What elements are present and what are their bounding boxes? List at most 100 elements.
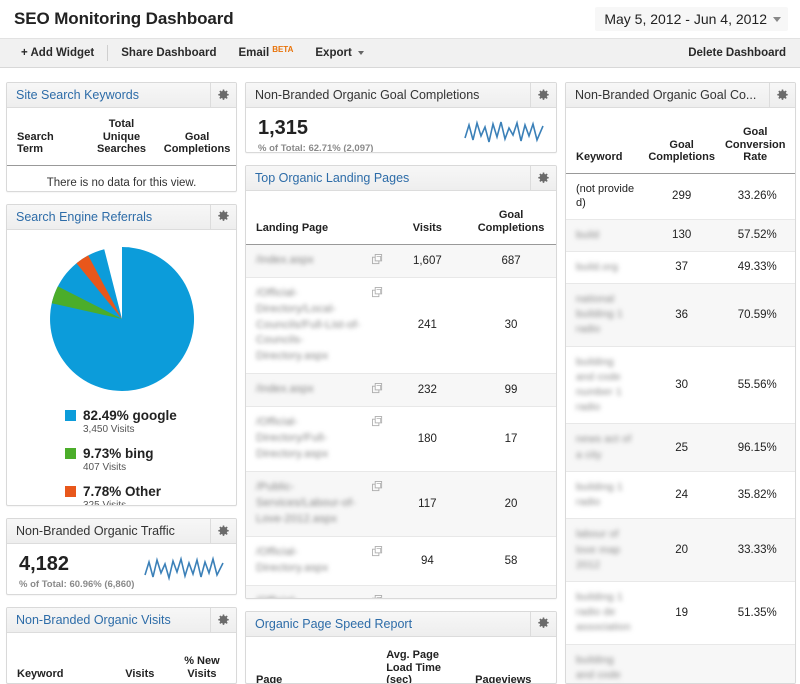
cell-keyword[interactable]: building 1 radio de association — [566, 582, 644, 645]
column-header-avg-page-load-time[interactable]: Avg. Page Load Time (sec) — [376, 637, 450, 684]
cell-keyword[interactable]: building 1 radio — [566, 471, 644, 518]
widget-title[interactable]: Non-Branded Organic Visits — [16, 613, 210, 627]
table-header-row: Search Term Total Unique Searches Goal C… — [7, 108, 236, 165]
table-row[interactable]: national building 1 radio 36 70.59% — [566, 283, 795, 346]
cell-keyword[interactable]: build.org — [566, 251, 644, 283]
column-header-keyword[interactable]: Keyword — [566, 108, 644, 173]
add-widget-button[interactable]: + Add Widget — [10, 47, 105, 59]
widget-header: Non-Branded Organic Visits — [7, 608, 236, 633]
table-row[interactable]: building and code number 1 radio 30 55.5… — [566, 346, 795, 424]
cell-keyword[interactable]: build — [566, 219, 644, 251]
cell-landing-page[interactable]: /Official-Directory/Site-Councils/Full-S… — [246, 585, 389, 599]
column-header-pct-new-visits[interactable]: % New Visits — [172, 633, 236, 684]
cell-keyword[interactable]: news act of a city — [566, 424, 644, 471]
share-dashboard-button[interactable]: Share Dashboard — [110, 47, 227, 59]
cell-conversion-rate: 33.33% — [719, 519, 795, 582]
cell-conversion-rate: 49.33% — [719, 251, 795, 283]
column-header-goal-completions[interactable]: Goal Completions — [466, 191, 556, 244]
column-header-pageviews[interactable]: Pageviews — [451, 637, 556, 684]
gear-icon[interactable] — [210, 608, 236, 633]
table-row[interactable]: building and code number 1 radio de part… — [566, 644, 795, 684]
cell-landing-page[interactable]: /Official-Directory/Full-Directory.aspx — [246, 407, 389, 472]
column-header-landing-page[interactable]: Landing Page — [246, 191, 389, 244]
column-header-total-unique-searches[interactable]: Total Unique Searches — [85, 108, 158, 165]
page-speed-table: Page Avg. Page Load Time (sec) Pageviews — [246, 637, 556, 684]
cell-landing-page[interactable]: /index.aspx — [246, 244, 389, 277]
widget-title[interactable]: Top Organic Landing Pages — [255, 171, 530, 185]
cell-goal-completions: 36 — [644, 283, 720, 346]
table-row[interactable]: building 1 radio 24 35.82% — [566, 471, 795, 518]
gear-icon[interactable] — [530, 611, 556, 636]
date-range-label: May 5, 2012 - Jun 4, 2012 — [604, 11, 767, 27]
cell-conversion-rate: 55.56% — [719, 346, 795, 424]
cell-visits: 117 — [389, 472, 467, 537]
column-header-goal-completions[interactable]: Goal Completions — [644, 108, 720, 173]
table-row[interactable]: news act of a city 25 96.15% — [566, 424, 795, 471]
delete-dashboard-button[interactable]: Delete Dashboard — [688, 47, 788, 59]
table-row[interactable]: /Official-Directory/Full-Directory.aspx … — [246, 407, 556, 472]
cell-landing-page[interactable]: /Public-Services/Labour-of-Love-2012.asp… — [246, 472, 389, 537]
sparkline-svg — [144, 554, 224, 584]
metric-block: 4,182 % of Total: 60.96% (6,860) — [19, 553, 144, 590]
column-header-goal-conversion-rate[interactable]: Goal Conversion Rate — [719, 108, 795, 173]
external-link-icon[interactable] — [372, 546, 383, 560]
column-header-visits[interactable]: Visits — [389, 191, 467, 244]
cell-conversion-rate: 35.82% — [719, 471, 795, 518]
external-link-icon[interactable] — [372, 481, 383, 495]
export-button[interactable]: Export — [304, 47, 374, 59]
external-link-icon[interactable] — [372, 416, 383, 430]
external-link-icon[interactable] — [372, 254, 383, 268]
table-row[interactable]: (not provided) 299 33.26% — [566, 173, 795, 219]
table-row[interactable]: /index.aspx 232 99 — [246, 374, 556, 407]
table-row[interactable]: labour of love map 2012 20 33.33% — [566, 519, 795, 582]
widget-title[interactable]: Organic Page Speed Report — [255, 617, 530, 631]
cell-keyword[interactable]: labour of love map 2012 — [566, 519, 644, 582]
widget-header: Non-Branded Organic Goal Co... — [566, 83, 795, 108]
cell-goal-completions: 20 — [644, 519, 720, 582]
gear-icon[interactable] — [210, 519, 236, 544]
gear-icon[interactable] — [530, 166, 556, 191]
cell-conversion-rate: 70.59% — [719, 283, 795, 346]
table-row[interactable]: /Official-Directory.aspx 94 58 — [246, 536, 556, 585]
chevron-down-icon — [358, 51, 364, 55]
external-link-icon[interactable] — [372, 287, 383, 301]
table-row[interactable]: build 130 57.52% — [566, 219, 795, 251]
redacted-keyword: building and code number 1 radio de part… — [576, 653, 634, 684]
cell-landing-page[interactable]: /Official-Directory.aspx — [246, 536, 389, 585]
table-row[interactable]: building 1 radio de association 19 51.35… — [566, 582, 795, 645]
widget-column-2: Non-Branded Organic Goal Completions 1,3… — [245, 82, 557, 684]
redacted-keyword: build — [576, 228, 599, 243]
table-row[interactable]: /Public-Services/Labour-of-Love-2012.asp… — [246, 472, 556, 537]
table-header-row: Keyword Goal Completions Goal Conversion… — [566, 108, 795, 173]
gear-icon[interactable] — [530, 83, 556, 108]
cell-keyword[interactable]: building and code number 1 radio de part… — [566, 644, 644, 684]
redacted-keyword: news act of a city — [576, 432, 634, 462]
widget-header: Site Search Keywords — [7, 83, 236, 108]
column-header-keyword[interactable]: Keyword — [7, 633, 108, 684]
column-header-page[interactable]: Page — [246, 637, 376, 684]
column-header-search-term[interactable]: Search Term — [7, 108, 85, 165]
gear-icon[interactable] — [210, 204, 236, 229]
table-row[interactable]: build.org 37 49.33% — [566, 251, 795, 283]
widget-title[interactable]: Search Engine Referrals — [16, 210, 210, 224]
email-button[interactable]: EmailBETA — [228, 47, 305, 59]
cell-keyword[interactable]: (not provided) — [566, 173, 644, 219]
cell-landing-page[interactable]: /Official-Directory/Local-Councils/Full-… — [246, 277, 389, 374]
gear-icon[interactable] — [210, 83, 236, 108]
widget-header: Non-Branded Organic Traffic — [7, 519, 236, 544]
gear-icon[interactable] — [769, 83, 795, 108]
date-range-picker[interactable]: May 5, 2012 - Jun 4, 2012 — [595, 7, 788, 31]
external-link-icon[interactable] — [372, 595, 383, 599]
column-header-goal-completions[interactable]: Goal Completions — [158, 108, 236, 165]
table-row[interactable]: /index.aspx 1,607 687 — [246, 244, 556, 277]
cell-landing-page[interactable]: /index.aspx — [246, 374, 389, 407]
external-link-icon[interactable] — [372, 383, 383, 397]
cell-keyword[interactable]: national building 1 radio — [566, 283, 644, 346]
widget-title[interactable]: Site Search Keywords — [16, 88, 210, 102]
table-row[interactable]: /Official-Directory/Local-Councils/Full-… — [246, 277, 556, 374]
cell-goal-completions: 25 — [644, 424, 720, 471]
column-header-visits[interactable]: Visits — [108, 633, 172, 684]
cell-keyword[interactable]: building and code number 1 radio — [566, 346, 644, 424]
table-row[interactable]: /Official-Directory/Site-Councils/Full-S… — [246, 585, 556, 599]
table-header-row: Landing Page Visits Goal Completions — [246, 191, 556, 244]
